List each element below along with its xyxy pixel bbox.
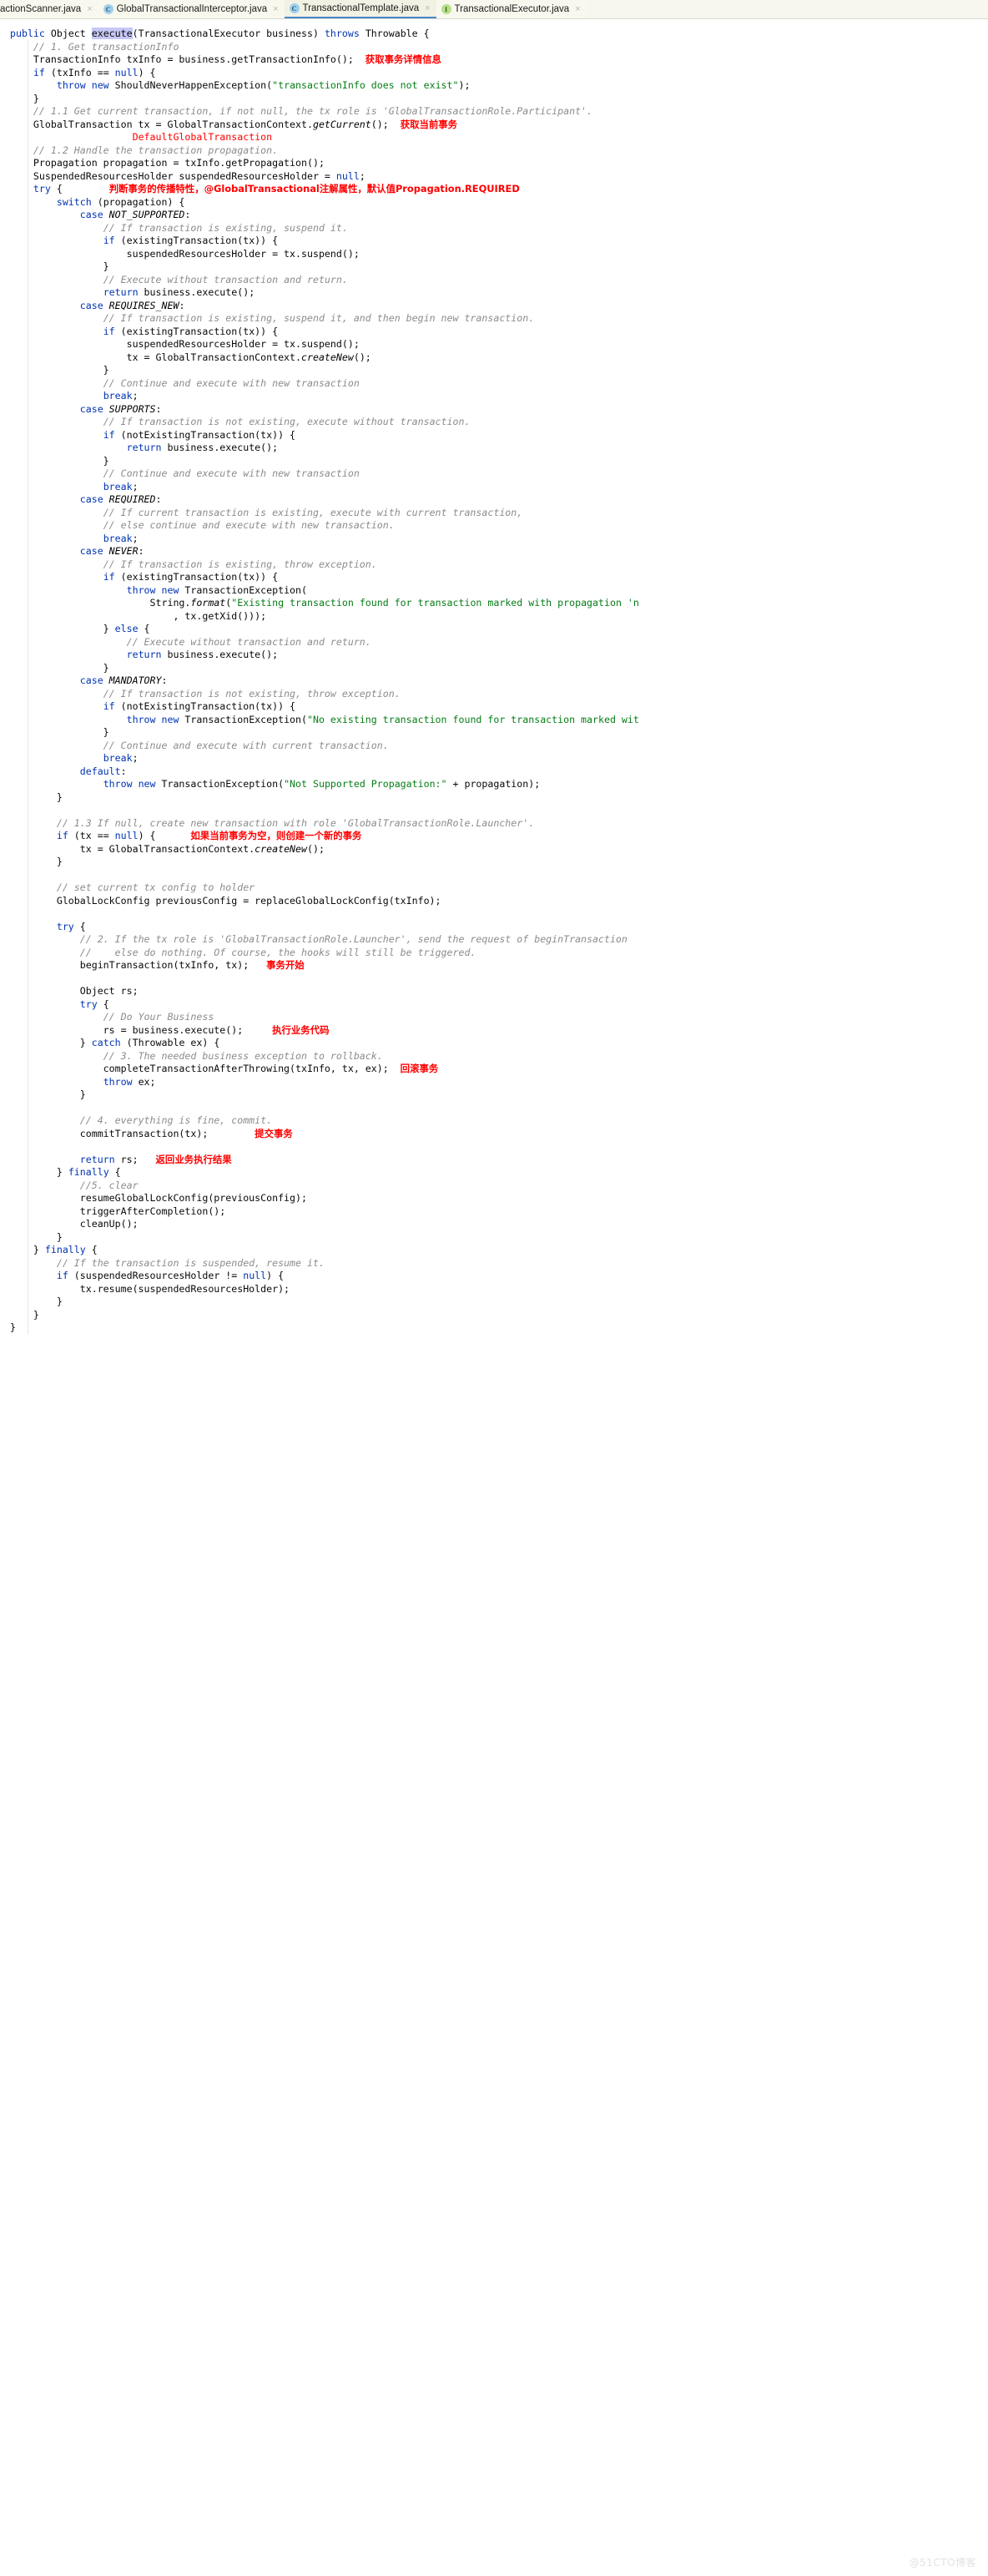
annotation-get-tx-info: 获取事务详情信息 [365, 53, 441, 65]
tab-transactional-template[interactable]: C TransactionalTemplate.java × [284, 0, 436, 18]
interface-file-icon: I [441, 4, 451, 14]
highlighted-symbol: execute [91, 28, 133, 39]
tab-global-transactional-interceptor[interactable]: C GlobalTransactionalInterceptor.java × [98, 0, 285, 18]
tab-label: GlobalTransactionalInterceptor.java [116, 4, 268, 14]
watermark: @51CTO博客 [909, 2557, 976, 2568]
editor-tab-bar: actionScanner.java × C GlobalTransaction… [0, 0, 988, 19]
annotation-execute-business: 执行业务代码 [272, 1023, 330, 1036]
class-file-icon: C [103, 4, 113, 14]
annotation-get-current-tx: 获取当前事务 [400, 118, 458, 130]
class-file-icon: C [289, 3, 300, 13]
close-icon[interactable]: × [425, 3, 430, 13]
source-code[interactable]: public Object execute(TransactionalExecu… [0, 28, 988, 1335]
tab-actionScanner[interactable]: actionScanner.java × [0, 0, 98, 18]
annotation-commit: 提交事务 [255, 1127, 293, 1139]
annotation-return-result: 返回业务执行结果 [155, 1153, 232, 1165]
code-editor[interactable]: public Object execute(TransactionalExecu… [0, 19, 988, 1335]
annotation-begin-transaction: 事务开始 [266, 959, 305, 971]
annotation-rollback: 回滚事务 [400, 1063, 439, 1074]
annotation-default-global-transaction: DefaultGlobalTransaction [132, 131, 273, 143]
annotation-create-new-tx: 如果当前事务为空，则创建一个新的事务 [190, 830, 362, 841]
close-icon[interactable]: × [273, 4, 278, 14]
annotation-propagation: 判断事务的传播特性，@GlobalTransactional注解属性，默认值Pr… [108, 183, 520, 194]
tab-transactional-executor[interactable]: I TransactionalExecutor.java × [436, 0, 587, 18]
close-icon[interactable]: × [575, 4, 580, 14]
tab-label: TransactionalExecutor.java [454, 4, 570, 14]
tab-label: TransactionalTemplate.java [302, 3, 420, 13]
tab-label: actionScanner.java [0, 4, 82, 14]
close-icon[interactable]: × [87, 4, 92, 14]
